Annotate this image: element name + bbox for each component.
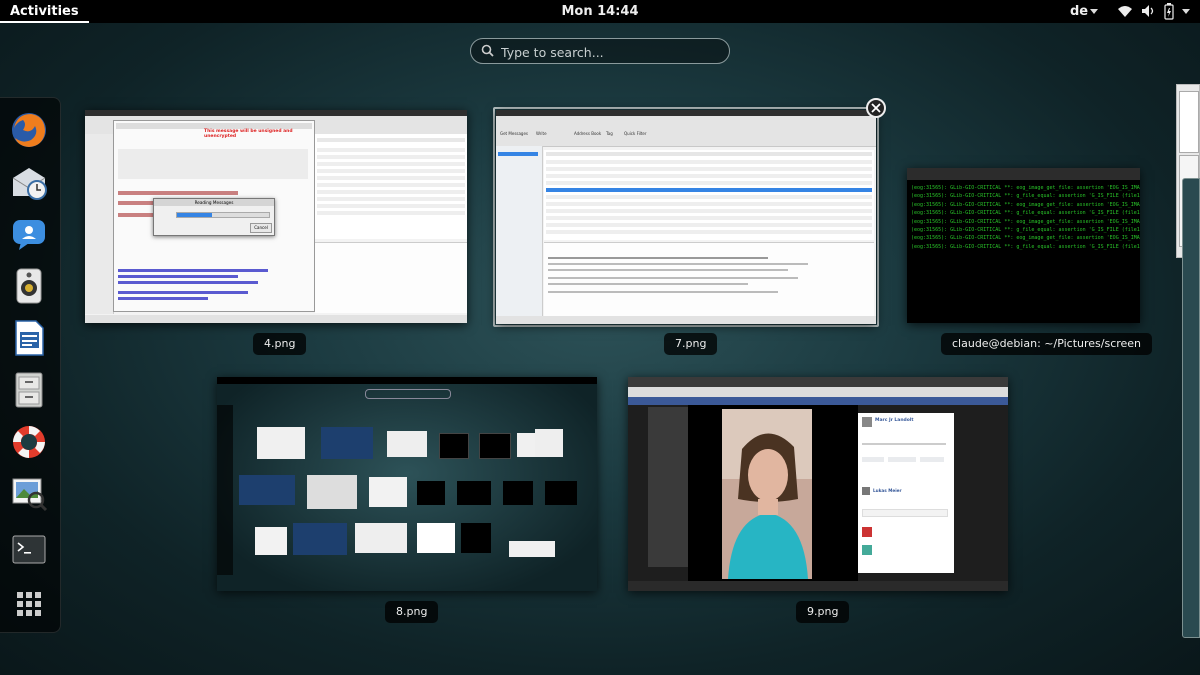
toolbar-tag[interactable]: Tag: [606, 131, 613, 136]
terminal-line: (eog:31565): GLib-GIO-CRITICAL **: eog_i…: [911, 218, 1140, 225]
search-input[interactable]: [499, 41, 723, 63]
status-bar: [85, 315, 467, 323]
photo-viewer: [688, 405, 858, 581]
terminal-output: (eog:31565): GLib-GIO-CRITICAL **: eog_i…: [907, 180, 1140, 323]
image-viewer-icon[interactable]: [9, 474, 49, 514]
comment-panel: Marc Jr Landolt Lukas Meier: [858, 413, 954, 573]
toolbar-get-messages[interactable]: Get Messages: [500, 131, 528, 136]
window-caption: 8.png: [385, 601, 439, 623]
help-lifebuoy-icon[interactable]: [9, 422, 49, 462]
close-window-button[interactable]: [866, 98, 886, 118]
show-applications-icon[interactable]: [9, 584, 49, 624]
file-cabinet-icon[interactable]: [9, 370, 49, 410]
toolbar-quick-filter[interactable]: Quick Filter: [624, 131, 647, 136]
wifi-icon[interactable]: [1117, 4, 1133, 18]
terminal-line: (eog:31565): GLib-GIO-CRITICAL **: eog_i…: [911, 201, 1140, 208]
browser-tabbar: [628, 377, 1008, 387]
background-page: [648, 407, 688, 567]
portrait-photo: [722, 409, 812, 579]
nested-dash: [217, 405, 233, 575]
toolbar-address-book[interactable]: Address Book: [574, 131, 601, 136]
evolution-mail-icon[interactable]: [9, 162, 49, 202]
toolbar-write[interactable]: Write: [536, 131, 547, 136]
window-thumbnail-7png[interactable]: Get Messages Write Address Book Tag Quic…: [496, 110, 876, 324]
system-menu-arrow-icon[interactable]: [1182, 9, 1190, 14]
facebook-header: [628, 397, 1008, 405]
close-icon: [871, 103, 881, 113]
top-bar: Activities Mon 14:44 de: [0, 0, 1200, 23]
comment-author[interactable]: Lukas Meier: [873, 488, 902, 493]
rhythmbox-speaker-icon[interactable]: [9, 266, 49, 306]
photo-footer: [628, 581, 1008, 591]
progress-bar: [176, 212, 270, 218]
firefox-icon[interactable]: [9, 110, 49, 150]
libreoffice-writer-icon[interactable]: [9, 318, 49, 358]
clock-container: Mon 14:44: [0, 0, 1200, 23]
terminal-icon[interactable]: [9, 530, 49, 570]
nested-search: [365, 389, 451, 399]
window-thumbnail-8png[interactable]: [217, 377, 597, 591]
terminal-line: (eog:31565): GLib-GIO-CRITICAL **: g_fil…: [911, 210, 1140, 217]
window-thumbnail-4png[interactable]: This message will be unsigned and unencr…: [85, 110, 467, 323]
window-caption: claude@debian: ~/Pictures/screen: [941, 333, 1153, 355]
browser-urlbar: [628, 387, 1008, 397]
workspace-thumbnail-2[interactable]: [1182, 178, 1200, 638]
window-thumbnail-terminal[interactable]: (eog:31565): GLib-GIO-CRITICAL **: eog_i…: [907, 168, 1140, 323]
chevron-down-icon: [1090, 9, 1098, 14]
nested-topbar: [217, 377, 597, 384]
search-box[interactable]: [470, 38, 730, 64]
volume-icon[interactable]: [1141, 4, 1155, 18]
keyboard-layout-indicator[interactable]: de: [1070, 0, 1088, 23]
window-caption: 9.png: [796, 601, 850, 623]
terminal-line: (eog:31565): GLib-GIO-CRITICAL **: eog_i…: [911, 235, 1140, 242]
terminal-line: (eog:31565): GLib-GIO-CRITICAL **: g_fil…: [911, 243, 1140, 250]
search-icon: [481, 44, 494, 57]
battery-icon[interactable]: [1164, 3, 1174, 20]
message-list: [315, 134, 467, 239]
reading-messages-dialog: Reading Messages Cancel: [153, 198, 275, 236]
window-thumbnail-9png[interactable]: Marc Jr Landolt Lukas Meier: [628, 377, 1008, 591]
window-caption: 7.png: [664, 333, 718, 355]
dialog-title: Reading Messages: [154, 199, 274, 206]
window-toolbar: Get Messages Write Address Book Tag Quic…: [496, 116, 876, 147]
clock[interactable]: Mon 14:44: [561, 4, 638, 19]
empathy-chat-icon[interactable]: [9, 214, 49, 254]
message-preview: [315, 242, 467, 313]
message-list: [544, 150, 874, 240]
terminal-titlebar: [907, 168, 1140, 180]
message-preview: [544, 242, 874, 317]
window-caption: 4.png: [253, 333, 307, 355]
folder-pane: [496, 146, 543, 316]
warning-text: This message will be unsigned and unencr…: [204, 129, 293, 139]
activities-button[interactable]: Activities: [0, 0, 89, 23]
folder-pane: [85, 134, 114, 314]
post-author[interactable]: Marc Jr Landolt: [875, 418, 914, 423]
dash: [0, 97, 61, 633]
terminal-line: (eog:31565): GLib-GIO-CRITICAL **: eog_i…: [911, 185, 1140, 191]
terminal-line: (eog:31565): GLib-GIO-CRITICAL **: g_fil…: [911, 227, 1140, 234]
status-bar: [496, 316, 876, 324]
terminal-line: (eog:31565): GLib-GIO-CRITICAL **: g_fil…: [911, 193, 1140, 200]
cancel-button[interactable]: Cancel: [250, 223, 272, 233]
